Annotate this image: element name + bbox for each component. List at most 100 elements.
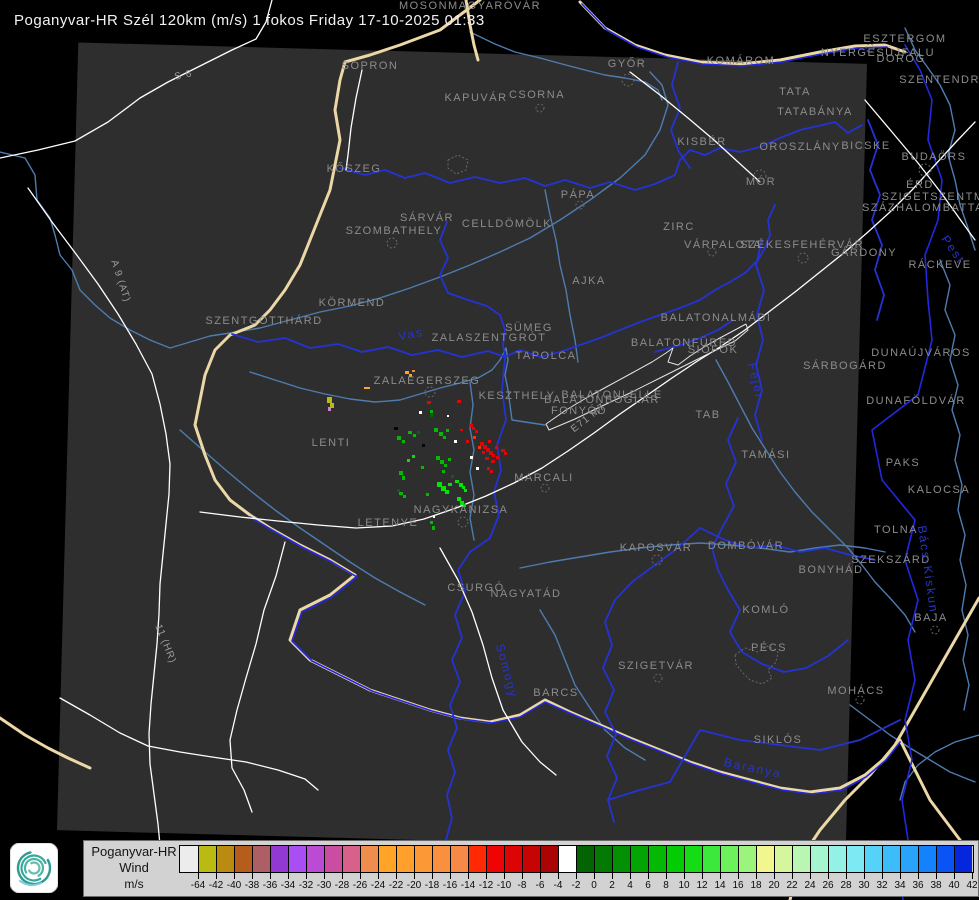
radar-viewer: MOSONMAGYARÓVÁRESZTERGOMNYERGESÚJFALUDOR… xyxy=(0,0,979,900)
legend-tick xyxy=(684,872,685,879)
legend-tick xyxy=(396,872,397,879)
city-label-tab: TAB xyxy=(695,409,720,421)
legend-tick xyxy=(432,872,433,879)
radar-echo-pixel xyxy=(457,497,461,501)
city-label-buda-rs: BUDAÖRS xyxy=(902,151,967,163)
radar-echo-pixel xyxy=(490,470,493,473)
legend-tick xyxy=(720,872,721,879)
legend-cell--10 xyxy=(486,846,504,872)
legend-cell-24 xyxy=(792,846,810,872)
legend-tick xyxy=(828,872,829,879)
legend-titles: Poganyvar-HR Wind m/s xyxy=(90,844,178,892)
legend-cell-12 xyxy=(684,846,702,872)
radar-echo-pixel xyxy=(408,431,412,434)
legend-cell-20 xyxy=(756,846,774,872)
radar-echo-pixel xyxy=(419,411,422,414)
radar-echo-pixel xyxy=(399,492,403,495)
radar-echo-pixel xyxy=(488,440,491,443)
city-label-dorog: DOROG xyxy=(876,53,925,65)
radar-echo-pixel xyxy=(469,424,473,427)
legend-product-name: Poganyvar-HR xyxy=(90,844,178,860)
legend-tick xyxy=(270,872,271,879)
legend-cell--6 xyxy=(522,846,540,872)
legend-cell--38 xyxy=(234,846,252,872)
legend-cell--40 xyxy=(216,846,234,872)
city-label-duna-jv-ros: DUNAÚJVÁROS xyxy=(871,346,971,359)
radar-echo-pixel xyxy=(436,456,440,460)
legend-tick-label-42: 42 xyxy=(957,880,979,891)
city-label-p-pa: PÁPA xyxy=(561,188,596,201)
legend-tick xyxy=(468,872,469,879)
legend-tick xyxy=(306,872,307,879)
legend-tick xyxy=(360,872,361,879)
radar-echo-pixel xyxy=(448,458,451,461)
legend-cell-10 xyxy=(666,846,684,872)
legend-tick xyxy=(648,872,649,879)
legend-cell--14 xyxy=(450,846,468,872)
city-label-kalocsa: KALOCSA xyxy=(908,484,970,496)
legend-tick xyxy=(882,872,883,879)
legend-field-name: Wind xyxy=(90,860,178,876)
product-title: Poganyvar-HR Szél 120km (m/s) 1 fokos Fr… xyxy=(14,12,485,29)
legend-cell-38 xyxy=(918,846,936,872)
legend-cell--12 xyxy=(468,846,486,872)
radar-echo-pixel xyxy=(407,459,410,462)
legend-cell--18 xyxy=(414,846,432,872)
city-label-sz-zhalombatta: SZÁZHALOMBATTA xyxy=(862,201,979,214)
city-label-oroszl-ny: OROSZLÁNY xyxy=(759,140,840,153)
legend-cell--32 xyxy=(288,846,306,872)
legend-cell--64 xyxy=(180,846,198,872)
city-label-zalaegerszeg: ZALAEGERSZEG xyxy=(374,375,481,387)
city-label-tam-si: TAMÁSI xyxy=(741,448,790,461)
legend-tick xyxy=(216,872,217,879)
radar-echo-pixel xyxy=(482,451,485,454)
legend-cell--4 xyxy=(540,846,558,872)
legend-tick xyxy=(558,872,559,879)
legend-tick xyxy=(810,872,811,879)
city-label-celld-m-lk: CELLDÖMÖLK xyxy=(462,218,552,230)
radar-echo-pixel xyxy=(475,430,478,433)
radar-echo-pixel xyxy=(430,414,433,417)
legend-tick xyxy=(342,872,343,879)
city-label-esztergom: ESZTERGOM xyxy=(863,33,946,45)
city-label-tolna: TOLNA xyxy=(874,524,918,536)
legend-cell-42 xyxy=(954,846,972,872)
radar-echo-pixel xyxy=(413,434,416,437)
city-label-nagykanizsa: NAGYKANIZSA xyxy=(414,504,509,516)
city-label-kapuv-r: KAPUVÁR xyxy=(444,91,507,104)
city-label-s-rbog-rd: SÁRBOGÁRD xyxy=(803,359,887,372)
legend-tick xyxy=(594,872,595,879)
legend-cell-14 xyxy=(702,846,720,872)
legend-tick xyxy=(486,872,487,879)
radar-echo-pixel xyxy=(495,446,498,449)
city-label-lenti: LENTI xyxy=(312,437,351,449)
radar-echo-pixel xyxy=(427,401,431,404)
radar-echo-pixel xyxy=(455,480,459,483)
legend-tick xyxy=(954,872,955,879)
legend-tick xyxy=(630,872,631,879)
legend-cell-36 xyxy=(900,846,918,872)
radar-echo-pixel xyxy=(422,444,425,447)
radar-echo-pixel xyxy=(402,440,405,443)
legend-tick xyxy=(702,872,703,879)
legend-cell--34 xyxy=(270,846,288,872)
legend-tick xyxy=(522,872,523,879)
radar-echo-pixel xyxy=(448,483,452,486)
legend-cell--20 xyxy=(396,846,414,872)
radar-echo-pixel xyxy=(464,489,467,492)
legend-tick xyxy=(612,872,613,879)
legend-tick xyxy=(936,872,937,879)
city-label-zalaszentgr-t: ZALASZENTGRÓT xyxy=(432,331,547,344)
legend-tick xyxy=(666,872,667,879)
radar-echo-pixel xyxy=(473,436,476,439)
radar-echo-pixel xyxy=(364,387,370,389)
legend-cell-28 xyxy=(828,846,846,872)
city-label-szentgotth-rd: SZENTGOTTHÁRD xyxy=(205,314,322,327)
legend-tick xyxy=(252,872,253,879)
radar-echo-pixel xyxy=(403,495,406,498)
radar-echo-pixel xyxy=(394,427,398,430)
legend-colorbar: -64-42-40-38-36-34-32-30-28-26-24-22-20-… xyxy=(179,845,974,873)
city-label-domb-v-r: DOMBÓVÁR xyxy=(708,539,784,552)
radar-echo-pixel xyxy=(476,467,479,470)
city-label-s-rv-r: SÁRVÁR xyxy=(400,211,454,224)
